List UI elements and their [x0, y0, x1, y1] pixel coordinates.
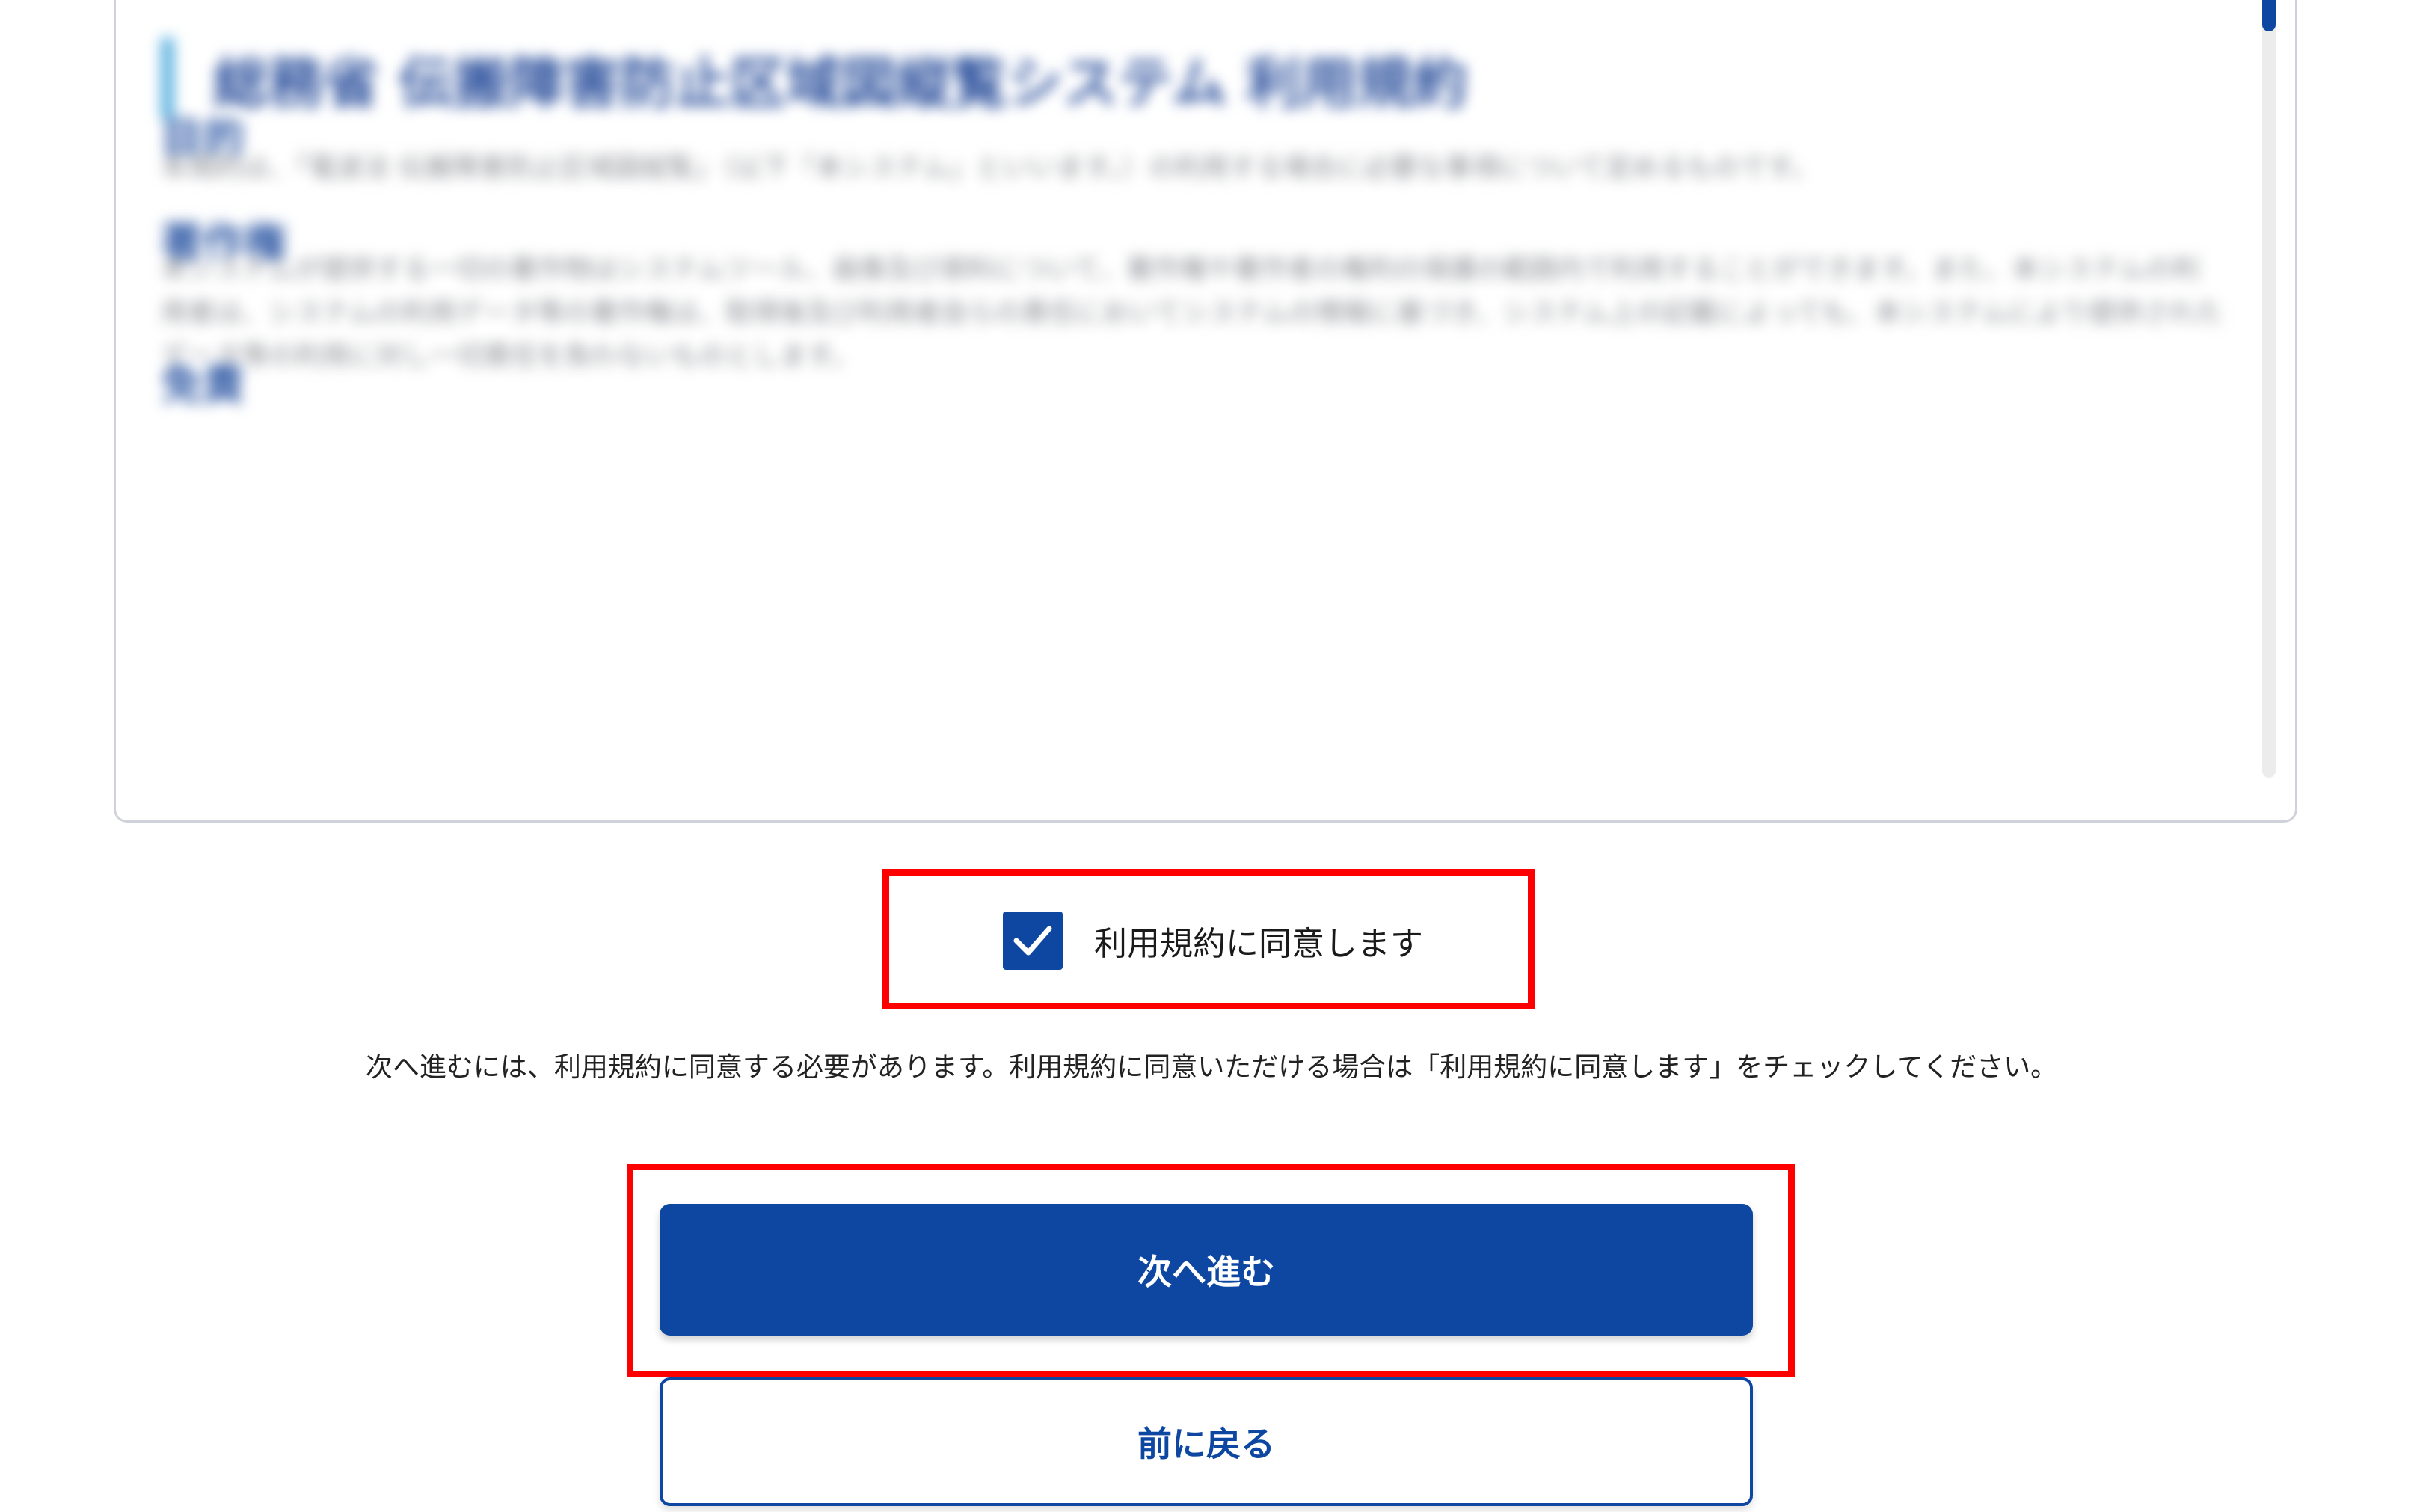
back-button[interactable]: 前に戻る [660, 1377, 1753, 1506]
terms-scroll-panel[interactable]: 総務省 伝搬障害防止区域図縦覧システム 利用規約 目的 本規約は、「電波法 伝搬… [114, 0, 2297, 823]
agreement-notice: 次へ進むには、利用規約に同意する必要があります。利用規約に同意いただける場合は「… [365, 1052, 2058, 1083]
section-heading-disclaimer: 免責 [161, 361, 245, 410]
agree-checkbox-highlight: 利用規約に同意します [882, 869, 1535, 1009]
section-body-purpose: 本規約は、「電波法 伝搬障害防止区域図縦覧」（以下「本システム」といいます。）の… [161, 153, 1819, 183]
terms-scrollbar-thumb[interactable] [2262, 0, 2276, 31]
agree-checkbox[interactable] [1003, 912, 1063, 970]
agree-checkbox-label: 利用規約に同意します [1094, 925, 1423, 963]
section-body-copyright: 本システムが提供する一切の著作物はシステムツール、画像及び資料について、著作権や… [161, 254, 2223, 372]
terms-title-text: 総務省 伝搬障害防止区域図縦覧システム 利用規約 [213, 51, 1468, 116]
terms-content: 総務省 伝搬障害防止区域図縦覧システム 利用規約 目的 本規約は、「電波法 伝搬… [161, 0, 2223, 820]
next-button[interactable]: 次へ進む [660, 1204, 1753, 1336]
terms-scrollbar[interactable] [2262, 0, 2276, 778]
terms-title: 総務省 伝搬障害防止区域図縦覧システム 利用規約 [161, 37, 1467, 120]
checkmark-icon [1013, 926, 1052, 956]
agree-checkbox-row[interactable]: 利用規約に同意します [1003, 912, 1423, 970]
terms-agreement-page: 総務省 伝搬障害防止区域図縦覧システム 利用規約 目的 本規約は、「電波法 伝搬… [0, 0, 2423, 1512]
